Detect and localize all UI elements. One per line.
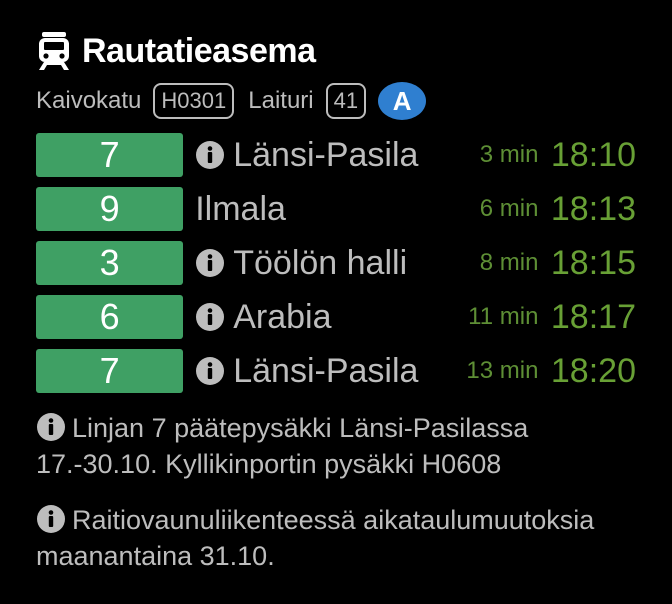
departure-time: 18:10 — [550, 135, 636, 174]
departure-row: 7 Länsi-Pasila 13 min 18:20 — [36, 348, 636, 394]
stop-header: Rautatieasema — [36, 28, 316, 74]
info-icon — [196, 141, 225, 169]
minutes-until: 13 min — [466, 357, 539, 384]
minutes-until: 8 min — [479, 249, 539, 276]
line-number: 6 — [36, 295, 184, 339]
stop-details: Kaivokatu H0301 Laituri 41 A — [36, 82, 427, 120]
destination-name: Ilmala — [195, 189, 286, 228]
notice-text-line2: maanantaina 31.10. — [36, 541, 275, 571]
info-icon — [37, 412, 65, 441]
destination-name: Länsi-Pasila — [233, 135, 419, 174]
zone-badge: A — [378, 82, 427, 120]
departure-time: 18:20 — [550, 351, 636, 390]
departure-time: 18:15 — [550, 243, 636, 282]
destination: Länsi-Pasila — [195, 136, 444, 175]
line-number: 7 — [36, 349, 184, 393]
notice-text-line1: Linjan 7 päätepysäkki Länsi-Pasilassa — [72, 413, 529, 443]
platform-number-badge: 41 — [325, 83, 367, 119]
minutes-until: 11 min — [468, 303, 539, 330]
destination-name: Töölön halli — [233, 243, 408, 282]
minutes-until: 6 min — [479, 195, 539, 222]
station-name: Rautatieasema — [82, 31, 316, 70]
info-icon — [37, 504, 65, 533]
destination-name: Arabia — [233, 297, 332, 336]
destination: Länsi-Pasila — [195, 352, 444, 391]
departure-time: 18:13 — [550, 189, 636, 228]
destination-name: Länsi-Pasila — [233, 351, 419, 390]
destination: Arabia — [195, 298, 444, 337]
notice-text-line2: 17.-30.10. Kyllikinportin pysäkki H0608 — [36, 449, 502, 479]
info-icon — [196, 249, 225, 277]
departure-row: 3 Töölön halli 8 min 18:15 — [36, 240, 636, 286]
service-notice: Linjan 7 päätepysäkki Länsi-Pasilassa 17… — [36, 410, 636, 482]
line-number: 7 — [36, 133, 184, 177]
departure-time: 18:17 — [550, 297, 636, 336]
line-number: 9 — [36, 187, 184, 231]
line-number: 3 — [36, 241, 184, 285]
info-icon — [196, 357, 225, 385]
platform-label: Laituri — [248, 87, 314, 114]
info-icon — [196, 303, 225, 331]
destination: Töölön halli — [195, 244, 444, 283]
departure-row: 9 Ilmala 6 min 18:13 — [36, 186, 636, 232]
departure-row: 6 Arabia 11 min 18:17 — [36, 294, 636, 340]
minutes-until: 3 min — [479, 141, 539, 168]
departure-row: 7 Länsi-Pasila 3 min 18:10 — [36, 132, 636, 178]
stop-code-badge: H0301 — [153, 83, 235, 119]
service-notice: Raitiovaunuliikenteessä aikataulumuutoks… — [36, 502, 636, 574]
street-name: Kaivokatu — [36, 87, 142, 114]
notice-text-line1: Raitiovaunuliikenteessä aikataulumuutoks… — [72, 505, 595, 535]
tram-icon — [39, 32, 69, 70]
destination: Ilmala — [195, 190, 444, 229]
